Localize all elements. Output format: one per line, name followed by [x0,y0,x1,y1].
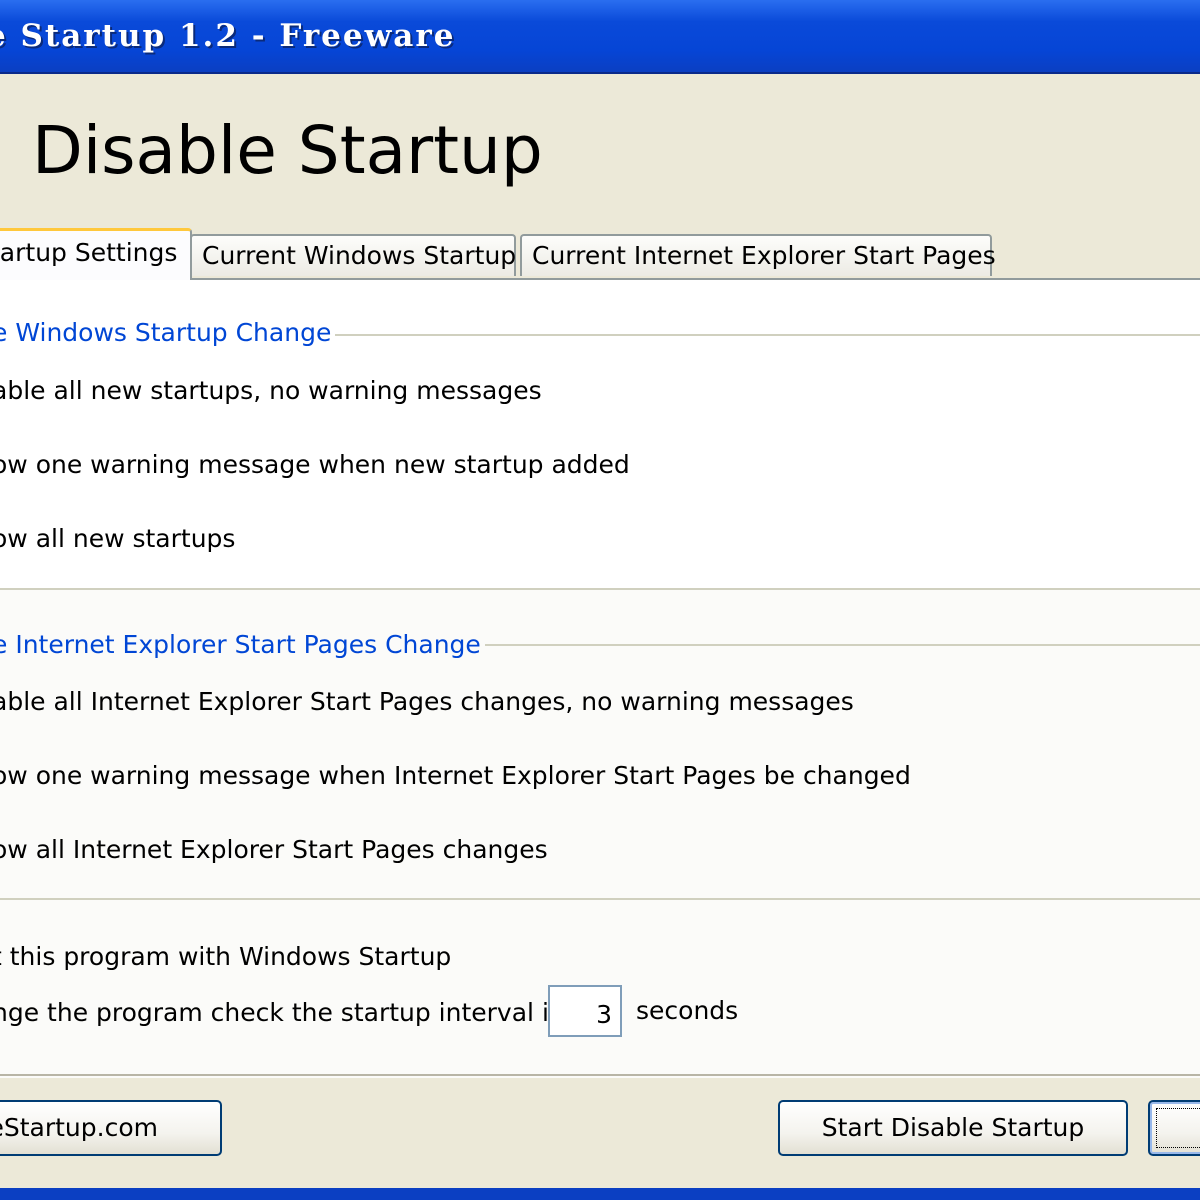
window-title: e Startup 1.2 - Freeware [0,18,456,54]
interval-label: nge the program check the startup interv… [0,998,565,1027]
window-bottom-border [0,1188,1200,1200]
ie-group-label: e Internet Explorer Start Pages Change [0,630,485,659]
title-bar[interactable]: e Startup 1.2 - Freeware [0,0,1200,74]
option-disable-ie-changes[interactable]: able all Internet Explorer Start Pages c… [0,687,854,716]
focus-rectangle [1156,1108,1200,1148]
ie-group-bottom-border [0,898,1200,900]
option-allow-ie-changes[interactable]: ow all Internet Explorer Start Pages cha… [0,835,548,864]
startup-settings-panel: e Windows Startup Change able all new st… [0,278,1200,1078]
next-button[interactable] [1148,1100,1200,1156]
interval-unit-label: seconds [636,996,739,1025]
option-warn-ie-changes[interactable]: ow one warning message when Internet Exp… [0,761,911,790]
option-disable-all-startups[interactable]: able all new startups, no warning messag… [0,376,542,405]
start-with-windows-checkbox[interactable]: t this program with Windows Startup [0,942,451,971]
tab-strip: tartup Settings Current Windows Startup … [0,228,1200,280]
panel-bottom-border [0,1074,1200,1076]
website-button-label: eStartup.com [0,1113,158,1142]
app-header-title: Disable Startup [32,112,543,189]
option-allow-all-startups[interactable]: ow all new startups [0,524,235,553]
tab-current-windows-startup[interactable]: Current Windows Startup [190,234,516,276]
windows-group-bottom-border [0,588,1200,590]
tab-current-ie-start-pages[interactable]: Current Internet Explorer Start Pages [520,234,996,276]
windows-group-label: e Windows Startup Change [0,318,336,347]
start-disable-startup-button[interactable]: Start Disable Startup [778,1100,1128,1156]
interval-input[interactable] [548,985,622,1037]
tab-startup-settings[interactable]: tartup Settings [0,228,192,280]
website-button[interactable]: eStartup.com [0,1100,222,1156]
option-warn-new-startup[interactable]: ow one warning message when new startup … [0,450,630,479]
